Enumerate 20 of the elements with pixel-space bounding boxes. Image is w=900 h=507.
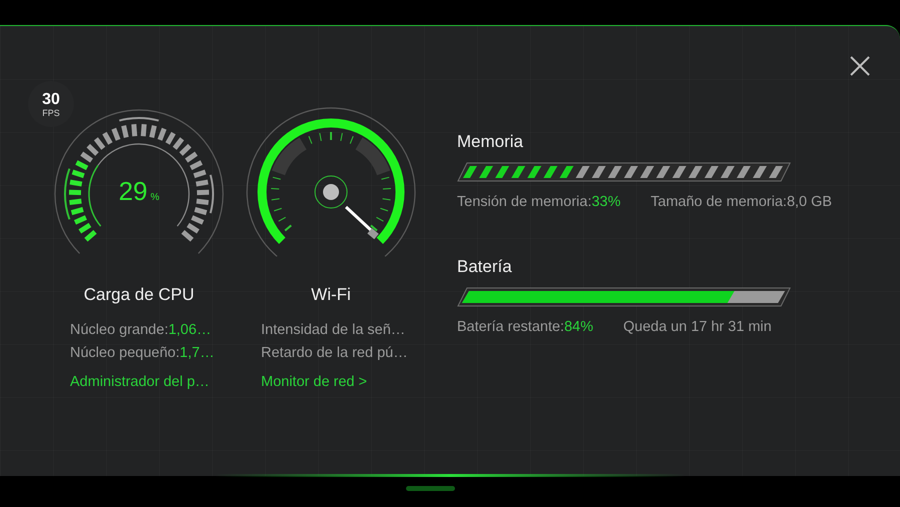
wifi-stat-text: Intensidad de la señ… (261, 321, 406, 340)
wifi-stat-text: Retardo de la red pú… (261, 344, 408, 363)
close-icon (848, 54, 872, 78)
wifi-title: Wi-Fi (311, 284, 351, 306)
memory-title: Memoria (457, 131, 524, 153)
close-button[interactable] (848, 54, 872, 78)
cpu-title: Carga de CPU (84, 284, 194, 306)
battery-title: Batería (457, 256, 513, 278)
network-monitor-link[interactable]: Monitor de red > (261, 373, 408, 392)
cpu-unit: % (150, 191, 160, 205)
fps-value: 30 (42, 90, 60, 108)
processor-manager-link[interactable]: Administrador del p… (70, 373, 214, 392)
battery-stat-text: Batería restante:84% (457, 318, 594, 337)
fps-unit: FPS (42, 108, 60, 118)
cpu-reading: 29 (118, 176, 148, 206)
cpu-stat-text: Núcleo pequeño:1,7… (70, 344, 214, 363)
memory-stat-text: Tensión de memoria:33% (457, 193, 621, 212)
battery-stat-text: Queda un 17 hr 31 min (623, 318, 772, 337)
memory-stat-text: Tamaño de memoria:8,0 GB (650, 193, 832, 212)
cpu-stat-text: Núcleo grande:1,06… (70, 321, 212, 340)
